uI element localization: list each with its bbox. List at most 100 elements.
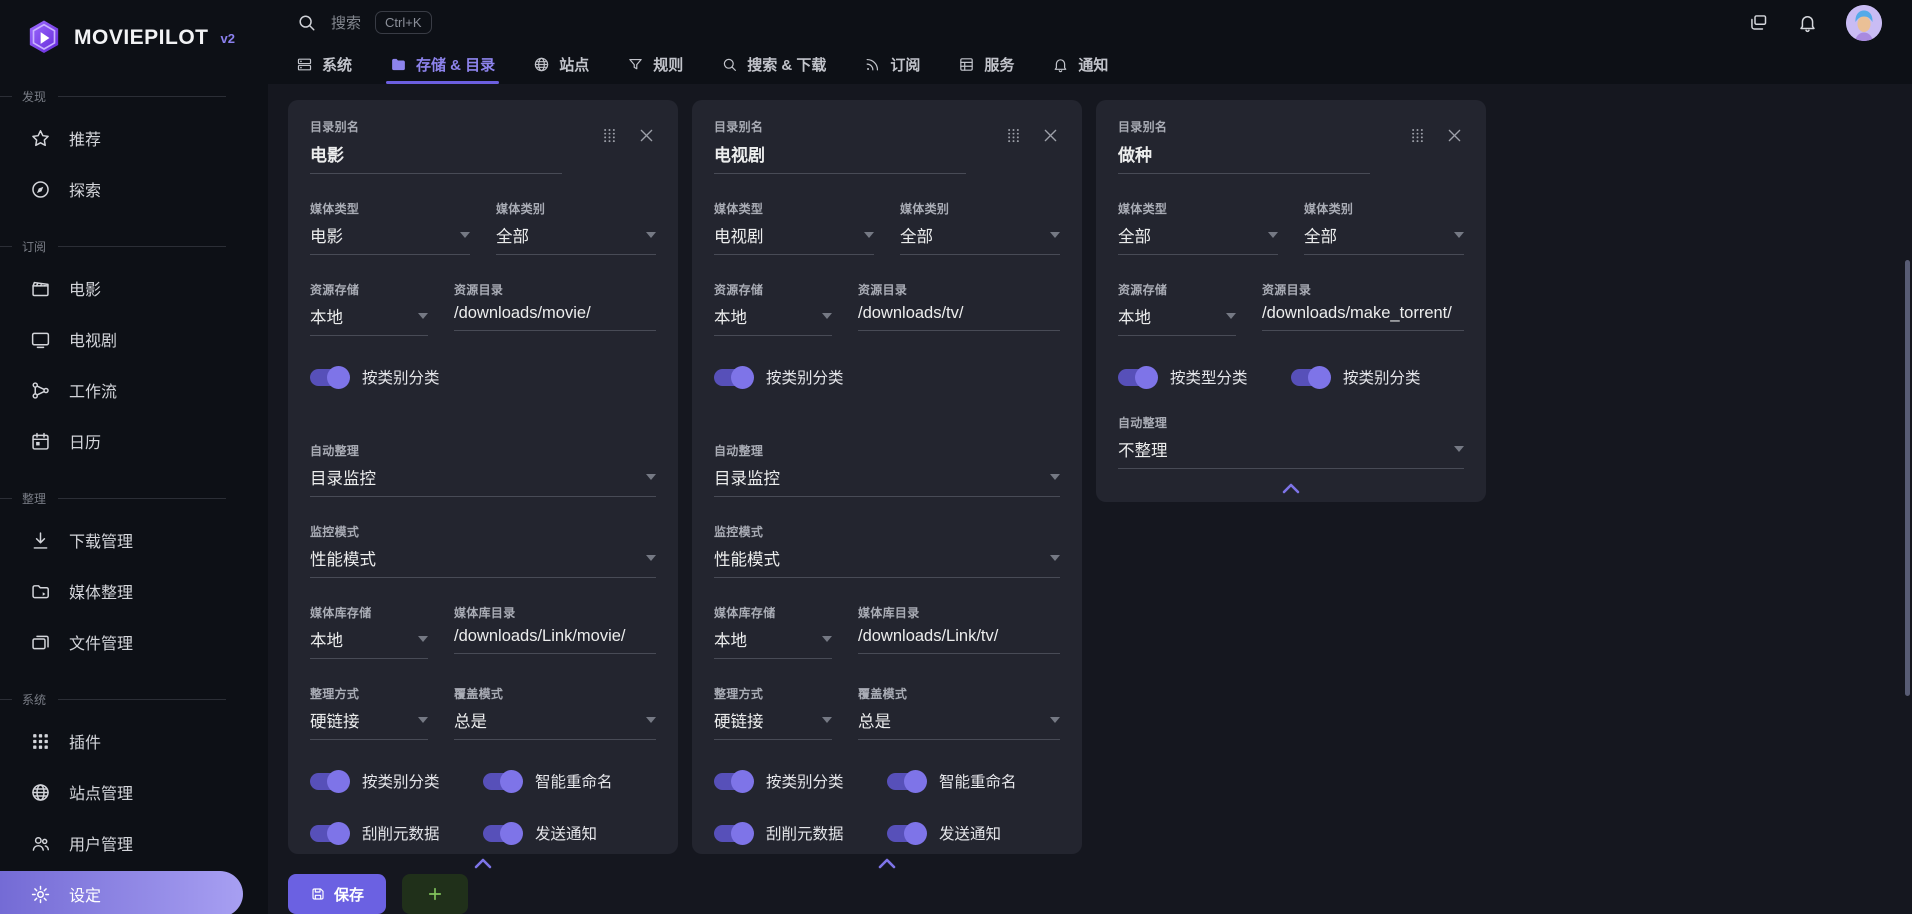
bell-icon[interactable] xyxy=(1797,12,1818,33)
add-directory-button[interactable] xyxy=(402,874,468,914)
monitor-mode-select[interactable]: 监控模式 性能模式 xyxy=(714,523,1060,578)
source-storage-select[interactable]: 资源存储 本地 xyxy=(310,281,428,336)
overwrite-mode-select[interactable]: 覆盖模式 总是 xyxy=(454,685,656,740)
media-category-select[interactable]: 媒体类别 全部 xyxy=(900,200,1060,255)
collapse-button[interactable] xyxy=(714,844,1060,875)
drag-handle-icon[interactable] xyxy=(600,126,619,145)
sidebar-item-recommend[interactable]: 推荐 xyxy=(0,115,243,161)
sidebar-section-system: 系统 xyxy=(0,691,268,708)
sidebar-item-download-manager[interactable]: 下载管理 xyxy=(0,517,243,563)
toggle-send-notification[interactable]: 发送通知 xyxy=(483,822,656,844)
folder-icon xyxy=(390,56,407,73)
library-path-input[interactable]: 媒体库目录 /downloads/Link/movie/ xyxy=(454,604,656,659)
source-path-input[interactable]: 资源目录 /downloads/movie/ xyxy=(454,281,656,336)
overwrite-mode-select[interactable]: 覆盖模式 总是 xyxy=(858,685,1060,740)
sidebar-item-tv[interactable]: 电视剧 xyxy=(0,316,243,362)
tab-storage-directory[interactable]: 存储 & 目录 xyxy=(390,46,495,85)
media-type-select[interactable]: 媒体类型 电影 xyxy=(310,200,470,255)
tab-services[interactable]: 服务 xyxy=(958,46,1014,85)
toggle-switch[interactable] xyxy=(714,825,752,842)
tab-subscribe[interactable]: 订阅 xyxy=(864,46,920,85)
source-path-input[interactable]: 资源目录 /downloads/tv/ xyxy=(858,281,1060,336)
organize-method-select[interactable]: 整理方式 硬链接 xyxy=(714,685,832,740)
tab-notifications[interactable]: 通知 xyxy=(1052,46,1108,85)
tab-system[interactable]: 系统 xyxy=(296,46,352,85)
toggle-switch[interactable] xyxy=(887,825,925,842)
sidebar-item-explore[interactable]: 探索 xyxy=(0,166,243,212)
sidebar-item-calendar[interactable]: 日历 xyxy=(0,418,243,464)
sidebar-item-site-manager[interactable]: 站点管理 xyxy=(0,769,243,815)
media-type-select[interactable]: 媒体类型 电视剧 xyxy=(714,200,874,255)
collapse-button[interactable] xyxy=(310,844,656,875)
toggle-scrape-metadata[interactable]: 刮削元数据 xyxy=(310,822,483,844)
sidebar-item-settings[interactable]: 设定 xyxy=(0,871,243,914)
toggle-categorize[interactable]: 按类别分类 xyxy=(714,366,1060,388)
avatar[interactable] xyxy=(1846,5,1882,41)
scrollbar-thumb[interactable] xyxy=(1905,260,1910,696)
library-path-input[interactable]: 媒体库目录 /downloads/Link/tv/ xyxy=(858,604,1060,659)
media-category-select[interactable]: 媒体类别 全部 xyxy=(496,200,656,255)
collapse-button[interactable] xyxy=(1118,469,1464,500)
monitor-mode-select[interactable]: 监控模式 性能模式 xyxy=(310,523,656,578)
drag-handle-icon[interactable] xyxy=(1004,126,1023,145)
close-icon[interactable] xyxy=(1041,126,1060,145)
toggle-switch[interactable] xyxy=(714,369,752,386)
auto-organize-select[interactable]: 自动整理 目录监控 xyxy=(714,442,1060,497)
toggle-switch[interactable] xyxy=(310,773,348,790)
tab-search-download[interactable]: 搜索 & 下载 xyxy=(721,46,826,85)
auto-organize-select[interactable]: 自动整理 目录监控 xyxy=(310,442,656,497)
toggle-categorize[interactable]: 按类别分类 xyxy=(310,770,483,792)
toggle-switch[interactable] xyxy=(714,773,752,790)
save-icon xyxy=(310,886,326,902)
toggle-switch[interactable] xyxy=(310,369,348,386)
toggle-smart-rename[interactable]: 智能重命名 xyxy=(483,770,656,792)
media-type-select[interactable]: 媒体类型 全部 xyxy=(1118,200,1278,255)
close-icon[interactable] xyxy=(637,126,656,145)
sidebar-item-label: 设定 xyxy=(69,882,101,906)
drag-handle-icon[interactable] xyxy=(1408,126,1427,145)
toggle-send-notification[interactable]: 发送通知 xyxy=(887,822,1060,844)
alias-input[interactable]: 目录别名 电影 xyxy=(310,118,562,174)
source-storage-select[interactable]: 资源存储 本地 xyxy=(1118,281,1236,336)
sidebar-item-file-manager[interactable]: 文件管理 xyxy=(0,619,243,665)
toggle-categorize[interactable]: 按类别分类 xyxy=(310,366,656,388)
sidebar-item-plugins[interactable]: 插件 xyxy=(0,718,243,764)
tab-label: 服务 xyxy=(984,54,1014,75)
shortcut-badge: Ctrl+K xyxy=(375,11,431,34)
workflow-icon xyxy=(30,380,51,401)
alias-value: 电影 xyxy=(310,141,562,166)
toggle-scrape-metadata[interactable]: 刮削元数据 xyxy=(714,822,887,844)
media-category-select[interactable]: 媒体类别 全部 xyxy=(1304,200,1464,255)
toggle-switch[interactable] xyxy=(483,773,521,790)
library-storage-select[interactable]: 媒体库存储 本地 xyxy=(714,604,832,659)
toggle-switch[interactable] xyxy=(1291,369,1329,386)
sidebar-item-movies[interactable]: 电影 xyxy=(0,265,243,311)
toggle-categorize-by-type[interactable]: 按类型分类 xyxy=(1118,366,1291,388)
source-storage-select[interactable]: 资源存储 本地 xyxy=(714,281,832,336)
alias-input[interactable]: 目录别名 做种 xyxy=(1118,118,1370,174)
source-path-input[interactable]: 资源目录 /downloads/make_torrent/ xyxy=(1262,281,1464,336)
sidebar-item-media-organize[interactable]: 媒体整理 xyxy=(0,568,243,614)
save-button[interactable]: 保存 xyxy=(288,874,386,914)
toggle-switch[interactable] xyxy=(310,825,348,842)
toggle-categorize[interactable]: 按类别分类 xyxy=(1291,366,1464,388)
close-icon[interactable] xyxy=(1445,126,1464,145)
toggle-switch[interactable] xyxy=(1118,369,1156,386)
tab-sites[interactable]: 站点 xyxy=(533,46,589,85)
toggle-smart-rename[interactable]: 智能重命名 xyxy=(887,770,1060,792)
auto-organize-select[interactable]: 自动整理 不整理 xyxy=(1118,414,1464,469)
sidebar-item-workflow[interactable]: 工作流 xyxy=(0,367,243,413)
organize-method-select[interactable]: 整理方式 硬链接 xyxy=(310,685,428,740)
toggle-switch[interactable] xyxy=(887,773,925,790)
sidebar-item-user-manager[interactable]: 用户管理 xyxy=(0,820,243,866)
directory-card-tv: 目录别名 电视剧 媒体类型 电视剧 媒体类别 全部 xyxy=(692,100,1082,854)
toggle-switch[interactable] xyxy=(483,825,521,842)
windows-stack-icon[interactable] xyxy=(1748,12,1769,33)
library-storage-select[interactable]: 媒体库存储 本地 xyxy=(310,604,428,659)
alias-input[interactable]: 目录别名 电视剧 xyxy=(714,118,966,174)
global-search[interactable]: 搜索 Ctrl+K xyxy=(296,11,432,34)
app-logo[interactable]: MOVIEPILOT v2 xyxy=(0,10,268,62)
tab-rules[interactable]: 规则 xyxy=(627,46,683,85)
toggle-categorize[interactable]: 按类别分类 xyxy=(714,770,887,792)
file-manager-icon xyxy=(30,632,51,653)
